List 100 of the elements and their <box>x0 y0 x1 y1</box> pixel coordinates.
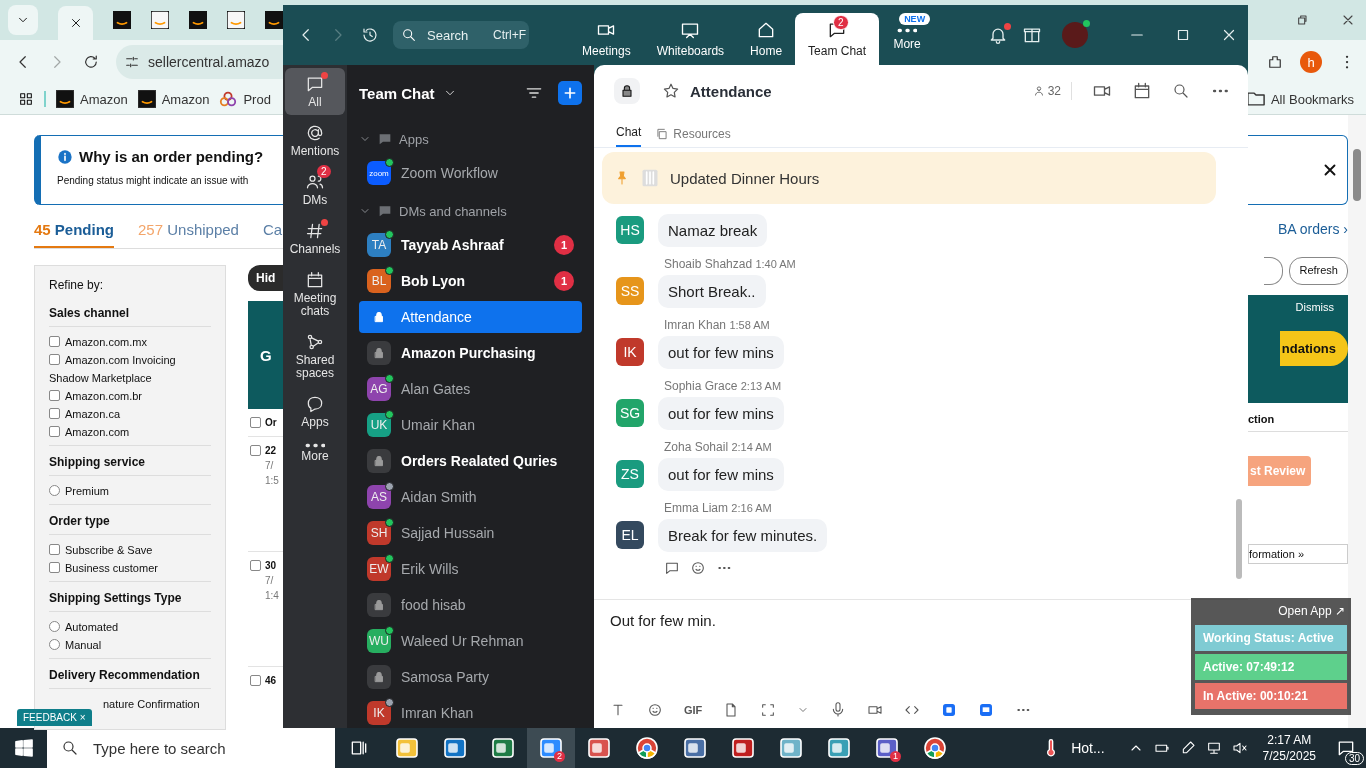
chat-list-item[interactable]: TA Tayyab Ashraaf 1 <box>359 229 582 261</box>
app-icon[interactable] <box>978 702 995 718</box>
bookmark[interactable]: Amazon <box>137 90 210 108</box>
search-icon[interactable] <box>1172 82 1190 100</box>
scrollbar-thumb[interactable] <box>1236 499 1242 579</box>
text-format-icon[interactable] <box>610 702 626 718</box>
chat-list-item[interactable]: AS Aidan Smith <box>359 481 582 513</box>
sender-name[interactable]: Shoaib Shahzad <box>664 257 753 271</box>
history-icon[interactable] <box>361 26 379 44</box>
chat-list-item[interactable]: Samosa Party <box>359 661 582 693</box>
rail-tab[interactable]: All <box>285 68 345 115</box>
rail-tab[interactable]: Meeting chats <box>285 264 345 324</box>
feedback-button[interactable]: FEEDBACK × <box>17 709 92 726</box>
reload-icon[interactable] <box>82 53 100 71</box>
chat-list-item[interactable]: Orders Realated Quries <box>359 445 582 477</box>
rail-tab[interactable]: Channels <box>285 215 345 262</box>
sender-name[interactable]: Imran Khan <box>664 318 727 332</box>
chat-list-item[interactable]: SH Sajjad Hussain <box>359 517 582 549</box>
taskbar-app[interactable]: 1 <box>863 728 911 768</box>
nav-tab[interactable]: Meetings <box>569 13 644 65</box>
hide-button[interactable]: Hid <box>248 265 283 291</box>
rail-tab[interactable]: More <box>285 437 345 469</box>
chat-list-item[interactable]: WU Waleed Ur Rehman <box>359 625 582 657</box>
apps-grid-icon[interactable] <box>18 91 34 107</box>
fba-orders-link[interactable]: BA orders › <box>1248 221 1348 237</box>
filter-option[interactable]: Amazon.com Invoicing Shadow Marketplace <box>49 351 211 387</box>
filter-option[interactable]: Manual <box>49 636 211 654</box>
profile-avatar[interactable] <box>1062 22 1088 48</box>
section-header[interactable]: Apps <box>359 121 582 157</box>
network-icon[interactable] <box>1205 740 1222 756</box>
app-icon[interactable] <box>941 702 958 718</box>
information-dropdown[interactable]: formation » <box>1248 544 1348 564</box>
pill-button[interactable] <box>1264 257 1284 285</box>
filter-option[interactable]: Amazon.ca <box>49 405 211 423</box>
rail-tab[interactable]: Shared spaces <box>285 326 345 386</box>
filter-option[interactable]: Amazon.com.br <box>49 387 211 405</box>
recommendations-button[interactable]: ndations <box>1279 331 1348 366</box>
profile-avatar[interactable]: h <box>1300 51 1322 73</box>
search-field[interactable]: Search Ctrl+F <box>393 21 529 49</box>
rail-tab[interactable]: Mentions <box>285 117 345 164</box>
chat-list-item[interactable]: food hisab <box>359 589 582 621</box>
filter-option[interactable]: Subscribe & Save <box>49 541 211 559</box>
all-bookmarks[interactable]: All Bookmarks <box>1246 91 1354 107</box>
close-icon[interactable]: × <box>79 712 86 723</box>
chat-list-item[interactable]: BL Bob Lyon 1 <box>359 265 582 297</box>
amazon-favicon-icon[interactable] <box>151 11 169 29</box>
emoji-icon[interactable] <box>690 560 706 576</box>
filter-option[interactable]: Amazon.com.mx <box>49 333 211 351</box>
open-app-link[interactable]: Open App ↗ <box>1195 602 1347 622</box>
filter-option[interactable]: Premium <box>49 482 211 500</box>
checkbox[interactable] <box>250 675 261 686</box>
new-chat-button[interactable] <box>558 81 582 105</box>
radio-button[interactable] <box>49 621 60 632</box>
rail-tab[interactable]: Apps <box>285 388 345 435</box>
clock[interactable]: 2:17 AM 7/25/2025 <box>1262 733 1316 763</box>
weather-widget[interactable]: Hot... <box>1041 738 1105 758</box>
checkbox[interactable] <box>49 336 60 347</box>
panel-title[interactable]: Team Chat <box>359 84 435 102</box>
radio-button[interactable] <box>49 485 60 496</box>
nav-tab[interactable]: 2 Team Chat <box>795 13 880 65</box>
notification-center-button[interactable]: 30 <box>1326 728 1366 768</box>
rail-tab[interactable]: 2 DMs <box>285 166 345 213</box>
chat-list-item[interactable]: AG Alan Gates <box>359 373 582 405</box>
emoji-icon[interactable] <box>647 702 663 718</box>
section-header[interactable]: DMs and channels <box>359 193 582 229</box>
calendar-icon[interactable] <box>1132 81 1152 101</box>
channel-tab[interactable]: Resources <box>655 127 731 147</box>
address-bar[interactable]: sellercentral.amazo <box>116 45 283 79</box>
speaker-muted-icon[interactable] <box>1231 740 1248 756</box>
extensions-icon[interactable] <box>1266 53 1284 71</box>
chat-list-item[interactable]: UK Umair Khan <box>359 409 582 441</box>
sender-name[interactable]: Emma Liam <box>664 501 728 515</box>
windows-start-icon[interactable] <box>15 739 33 757</box>
dismiss-link[interactable]: Dismiss <box>1295 301 1334 313</box>
chat-list-item[interactable]: IK Imran Khan <box>359 697 582 728</box>
checkbox[interactable] <box>49 544 60 555</box>
checkbox[interactable] <box>250 560 261 571</box>
order-tab[interactable]: 257 Unshipped <box>138 221 239 248</box>
search-field[interactable]: Type here to search <box>47 728 335 768</box>
reply-icon[interactable] <box>664 560 680 576</box>
checkbox[interactable] <box>250 445 261 456</box>
bookmark[interactable]: Prod <box>219 90 271 108</box>
member-count[interactable]: 32 <box>1031 84 1061 98</box>
search-input[interactable]: Search <box>425 26 485 44</box>
filter-option[interactable]: Automated <box>49 618 211 636</box>
star-icon[interactable] <box>662 82 680 100</box>
sender-name[interactable]: Sophia Grace <box>664 379 738 393</box>
filter-option[interactable]: Amazon.com <box>49 423 211 441</box>
checkbox[interactable] <box>49 562 60 573</box>
bookmark[interactable]: Amazon <box>56 90 128 108</box>
nav-tab[interactable]: NEW More <box>879 13 936 65</box>
order-tab[interactable]: 45 Pending <box>34 221 115 248</box>
gif-button[interactable]: GIF <box>684 704 703 716</box>
filter-option[interactable]: Business customer <box>49 559 211 577</box>
checkbox[interactable] <box>49 354 60 365</box>
nav-tab[interactable]: Whiteboards <box>643 13 738 65</box>
checkbox[interactable] <box>49 390 60 401</box>
checkbox[interactable] <box>49 426 60 437</box>
nav-tab[interactable]: Home <box>737 13 796 65</box>
sender-name[interactable]: Zoha Sohail <box>664 440 729 454</box>
